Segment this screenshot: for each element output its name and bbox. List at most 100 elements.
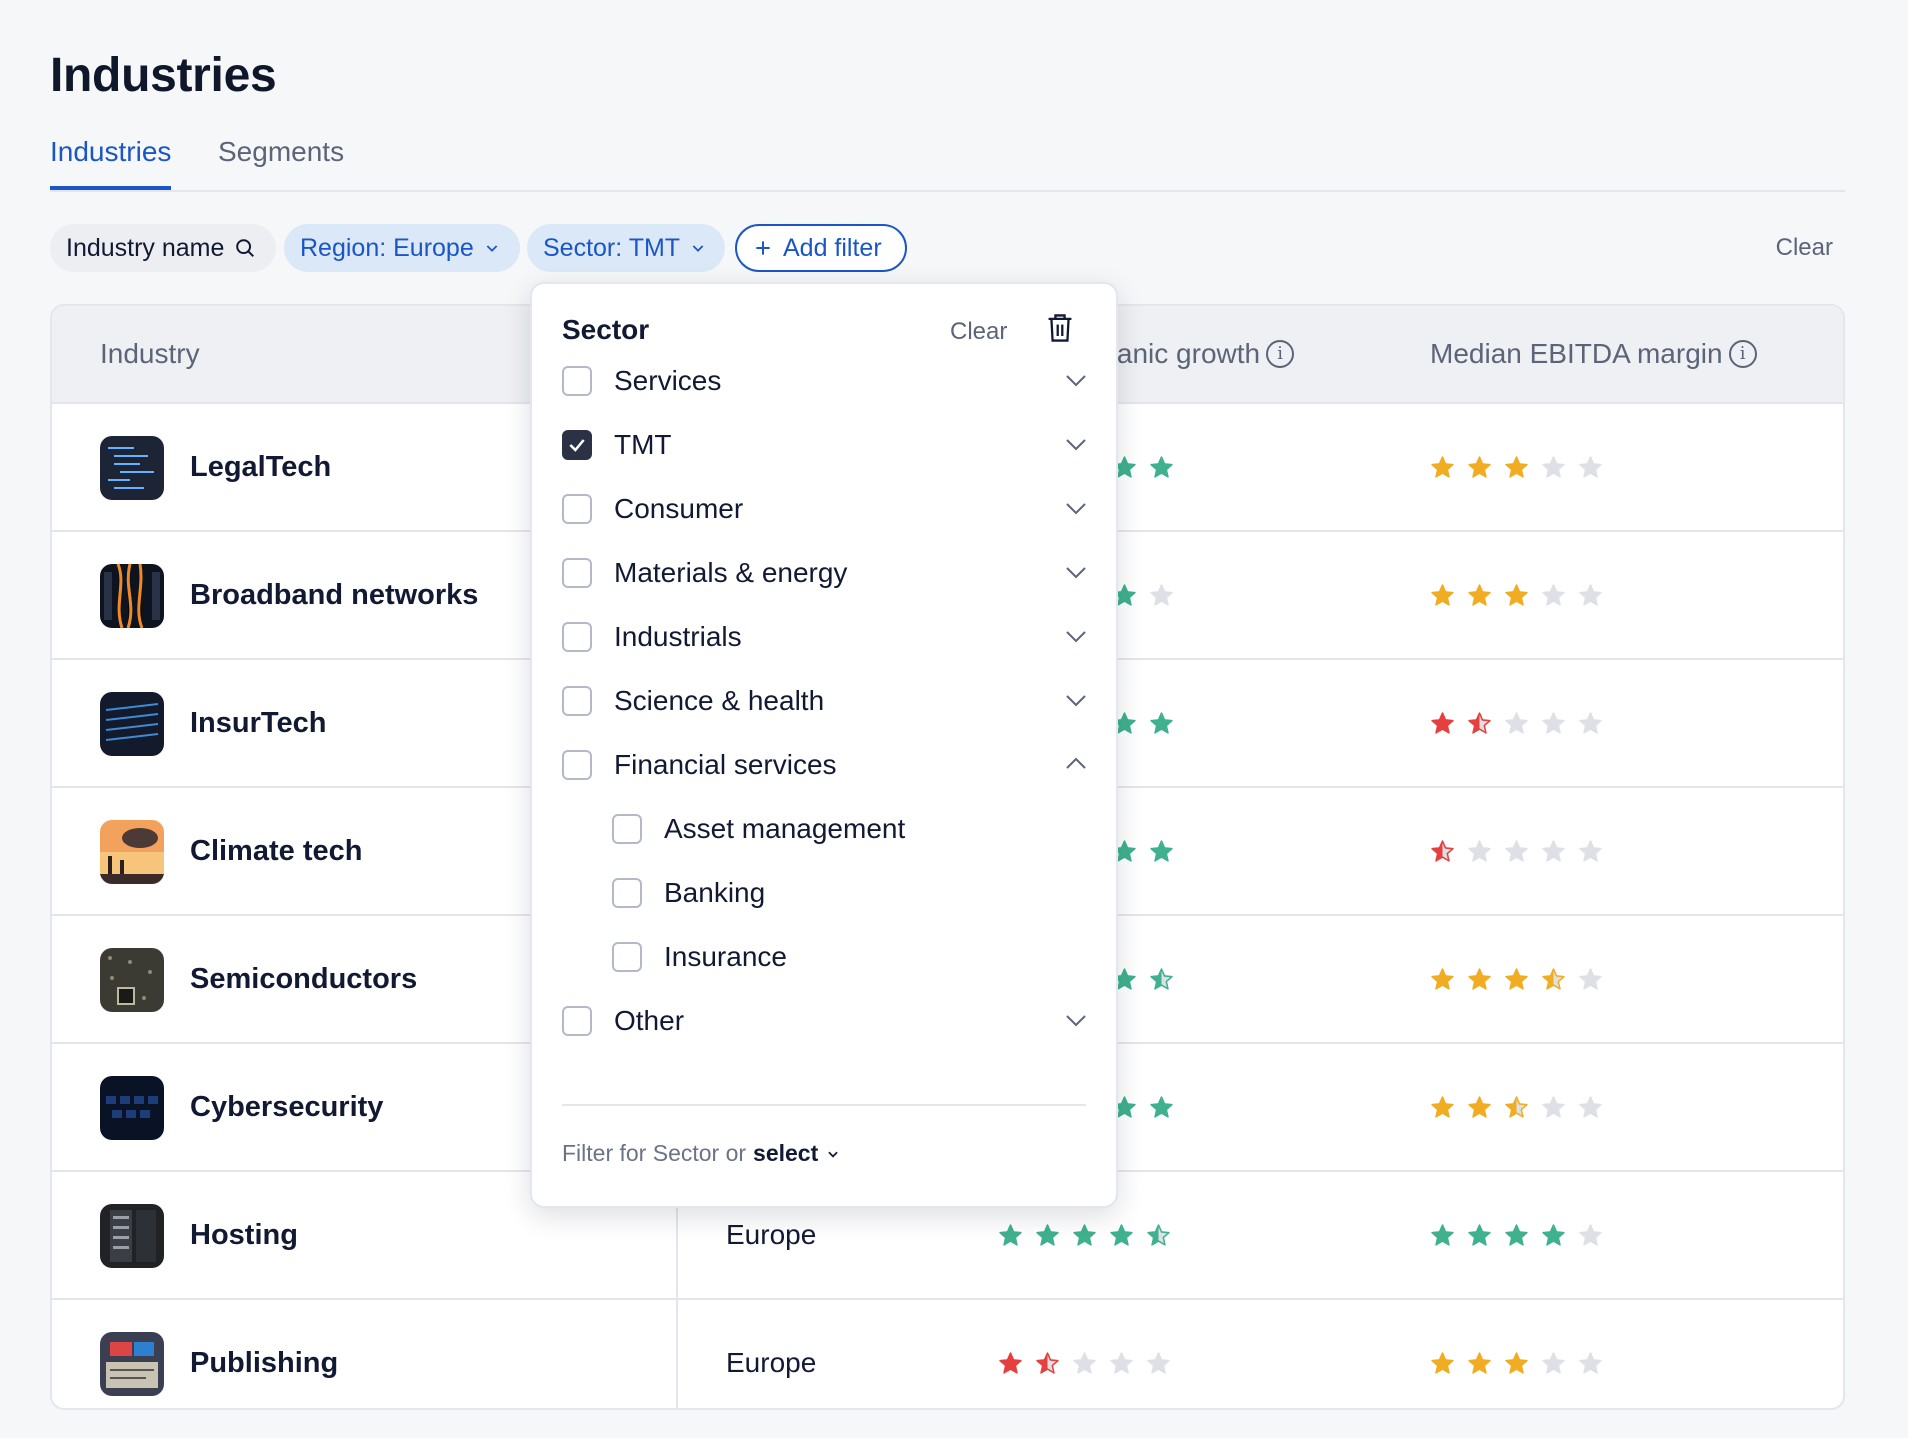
tab-segments[interactable]: Segments bbox=[218, 132, 344, 190]
sector-option-other[interactable]: Other bbox=[562, 992, 1088, 1048]
sector-suboption-banking[interactable]: Banking bbox=[612, 864, 1088, 920]
star-icon bbox=[1431, 1096, 1454, 1118]
organic-growth-rating bbox=[998, 1351, 1171, 1376]
dropdown-footer: Filter for Sector or select bbox=[562, 1140, 840, 1167]
checkbox[interactable] bbox=[612, 942, 642, 972]
sector-filter-chip[interactable]: Sector: TMT bbox=[527, 224, 725, 272]
checkbox[interactable] bbox=[612, 814, 642, 844]
industry-name[interactable]: Publishing bbox=[190, 1300, 338, 1408]
star-icon bbox=[1542, 968, 1565, 990]
region-filter-chip[interactable]: Region: Europe bbox=[284, 224, 520, 272]
chevron-down-icon[interactable] bbox=[1064, 368, 1088, 392]
ebitda-margin-rating bbox=[1430, 1223, 1603, 1248]
chevron-down-icon[interactable] bbox=[1064, 496, 1088, 520]
table-row[interactable]: Publishing Europe bbox=[52, 1300, 1843, 1408]
industry-name[interactable]: Climate tech bbox=[190, 788, 362, 914]
industry-name[interactable]: LegalTech bbox=[190, 404, 331, 530]
industry-name-search-chip[interactable]: Industry name bbox=[50, 224, 276, 272]
checkbox[interactable] bbox=[562, 494, 592, 524]
dropdown-clear-button[interactable]: Clear bbox=[950, 318, 1007, 346]
column-header-industry[interactable]: Industry bbox=[100, 306, 200, 402]
star-icon bbox=[1468, 1352, 1491, 1374]
industry-name[interactable]: Cybersecurity bbox=[190, 1044, 383, 1170]
industry-thumbnail bbox=[100, 948, 164, 1012]
info-icon[interactable]: i bbox=[1728, 340, 1757, 368]
chevron-down-icon[interactable] bbox=[1064, 688, 1088, 712]
column-header-ebitda-margin[interactable]: Median EBITDA margin i bbox=[1430, 306, 1757, 402]
industry-name[interactable]: Broadband networks bbox=[190, 532, 478, 658]
star-icon bbox=[1505, 584, 1528, 606]
sector-suboption-asset-management[interactable]: Asset management bbox=[612, 800, 1088, 856]
option-label: Industrials bbox=[614, 621, 742, 652]
chevron-down-icon[interactable] bbox=[1064, 432, 1088, 456]
star-icon bbox=[1431, 584, 1454, 606]
sector-filter-dropdown: Sector Clear Services TMT Consumer Material… bbox=[530, 282, 1118, 1208]
organic-growth-rating bbox=[1112, 711, 1174, 736]
star-empty-icon bbox=[1579, 1224, 1602, 1246]
industry-name[interactable]: InsurTech bbox=[190, 660, 326, 786]
sector-option-services[interactable]: Services bbox=[562, 352, 1088, 408]
checkbox[interactable] bbox=[562, 622, 592, 652]
star-icon bbox=[1431, 1224, 1454, 1246]
sector-option-consumer[interactable]: Consumer bbox=[562, 480, 1088, 536]
star-empty-icon bbox=[1579, 1352, 1602, 1374]
sector-option-science-health[interactable]: Science & health bbox=[562, 672, 1088, 728]
star-empty-icon bbox=[1579, 712, 1602, 734]
ebitda-margin-rating bbox=[1430, 1351, 1603, 1376]
star-icon bbox=[1073, 1224, 1096, 1246]
sector-suboption-insurance[interactable]: Insurance bbox=[612, 928, 1088, 984]
star-icon bbox=[1431, 1352, 1454, 1374]
industry-name[interactable]: Hosting bbox=[190, 1172, 298, 1298]
star-icon bbox=[1468, 712, 1491, 734]
ebitda-margin-rating bbox=[1430, 1095, 1603, 1120]
star-icon bbox=[999, 1224, 1022, 1246]
page-title: Industries bbox=[50, 49, 277, 102]
star-empty-icon bbox=[1579, 456, 1602, 478]
star-icon bbox=[1542, 1224, 1565, 1246]
checkbox[interactable] bbox=[562, 558, 592, 588]
star-icon bbox=[1505, 1352, 1528, 1374]
star-icon bbox=[1468, 1224, 1491, 1246]
chevron-down-icon[interactable] bbox=[1064, 1008, 1088, 1032]
star-icon bbox=[1468, 968, 1491, 990]
star-icon bbox=[1431, 968, 1454, 990]
star-empty-icon bbox=[1150, 584, 1173, 606]
industry-thumbnail bbox=[100, 564, 164, 628]
add-filter-button[interactable]: Add filter bbox=[735, 224, 907, 272]
add-filter-label: Add filter bbox=[783, 234, 882, 262]
organic-growth-rating bbox=[1112, 1095, 1174, 1120]
trash-icon[interactable] bbox=[1046, 312, 1074, 344]
clear-filters-button[interactable]: Clear bbox=[1776, 224, 1833, 272]
checkbox[interactable] bbox=[562, 1006, 592, 1036]
sector-option-materials-energy[interactable]: Materials & energy bbox=[562, 544, 1088, 600]
checkbox[interactable] bbox=[562, 430, 592, 460]
checkbox[interactable] bbox=[562, 686, 592, 716]
option-label: Banking bbox=[664, 877, 766, 908]
chevron-down-icon[interactable] bbox=[1064, 560, 1088, 584]
sector-option-tmt[interactable]: TMT bbox=[562, 416, 1088, 472]
column-header-organic-growth[interactable]: rganic growth i bbox=[1092, 306, 1295, 402]
star-icon bbox=[999, 1352, 1022, 1374]
checkbox[interactable] bbox=[612, 878, 642, 908]
star-icon bbox=[1150, 712, 1173, 734]
option-label: Science & health bbox=[614, 685, 825, 716]
column-label: Median EBITDA margin bbox=[1430, 338, 1723, 369]
sector-option-financial-services[interactable]: Financial services bbox=[562, 736, 1088, 792]
tab-bar: Industries Segments bbox=[50, 126, 1845, 192]
chevron-up-icon[interactable] bbox=[1064, 752, 1088, 776]
tab-industries[interactable]: Industries bbox=[50, 132, 172, 190]
sector-option-industrials[interactable]: Industrials bbox=[562, 608, 1088, 664]
filter-bar: Industry name Region: Europe Sector: TMT… bbox=[50, 224, 1845, 272]
star-icon bbox=[1505, 1224, 1528, 1246]
checkbox[interactable] bbox=[562, 366, 592, 396]
info-icon[interactable]: i bbox=[1266, 340, 1295, 368]
ebitda-margin-rating bbox=[1430, 967, 1603, 992]
column-divider bbox=[676, 1300, 678, 1408]
select-dropdown[interactable]: select bbox=[753, 1140, 840, 1167]
industry-name[interactable]: Semiconductors bbox=[190, 916, 417, 1042]
chevron-down-icon[interactable] bbox=[1064, 624, 1088, 648]
star-empty-icon bbox=[1542, 1096, 1565, 1118]
checkbox[interactable] bbox=[562, 750, 592, 780]
star-empty-icon bbox=[1542, 1352, 1565, 1374]
dropdown-title: Sector bbox=[562, 314, 650, 345]
